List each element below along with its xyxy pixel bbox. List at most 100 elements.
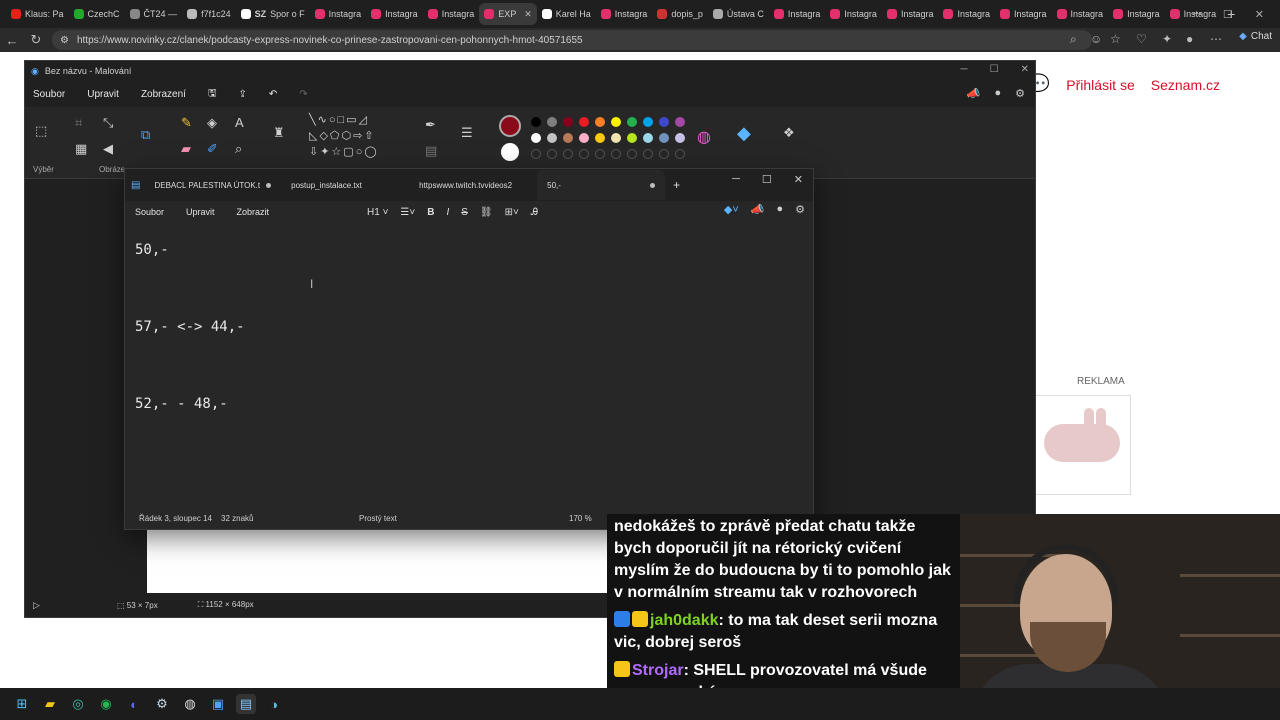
reader-icon[interactable]: ☺ — [1090, 32, 1102, 46]
image-tools-icon[interactable]: ▦ — [75, 141, 87, 157]
browser-tab[interactable]: EXP ✕ — [479, 3, 537, 25]
maximize-icon[interactable]: ☐ — [1223, 8, 1233, 21]
browser-tab[interactable]: Instagra — [596, 3, 653, 25]
browser-tab[interactable]: Instagra — [1108, 3, 1165, 25]
fill-shape-icon[interactable]: ▤ — [425, 143, 437, 159]
magnifier-icon[interactable]: ⌕ — [235, 141, 242, 157]
crop-icon[interactable]: ⌗ — [75, 115, 82, 131]
announce-icon[interactable]: 📣 — [967, 87, 981, 100]
discord-icon[interactable]: ◐ — [124, 694, 144, 714]
browser-tab[interactable]: Klaus: Pa — [6, 3, 69, 25]
text-icon[interactable]: A — [235, 115, 244, 130]
spotify-icon[interactable]: ◉ — [96, 694, 116, 714]
list-icon[interactable]: ☰˅ — [400, 207, 415, 218]
browser-tab[interactable]: Instagra — [366, 3, 423, 25]
secondary-color-swatch[interactable] — [501, 143, 519, 161]
shapes-icon[interactable]: ╲∿○□▭◿ — [309, 113, 369, 126]
color-swatch[interactable] — [611, 117, 621, 127]
color-swatch[interactable] — [675, 133, 685, 143]
strikethrough-icon[interactable]: S — [461, 207, 468, 218]
close-icon[interactable]: ✕ — [1255, 8, 1264, 21]
copilot-chat-button[interactable]: ◆ Chat — [1239, 31, 1272, 42]
color-swatch[interactable] — [595, 133, 605, 143]
link-icon[interactable]: ⛓ — [480, 207, 493, 218]
color-swatch[interactable] — [675, 117, 685, 127]
fill-icon[interactable]: ◈ — [207, 115, 217, 131]
empty-color-swatch[interactable] — [659, 149, 669, 159]
color-swatch[interactable] — [563, 133, 573, 143]
empty-color-swatch[interactable] — [579, 149, 589, 159]
close-icon[interactable]: ✕ — [1021, 64, 1029, 75]
empty-color-swatch[interactable] — [675, 149, 685, 159]
color-swatch[interactable] — [579, 117, 589, 127]
notepad-tab[interactable]: postup_instalace.txt — [281, 170, 409, 200]
back-icon[interactable]: ← — [0, 33, 24, 48]
empty-color-swatch[interactable] — [627, 149, 637, 159]
site-info-icon[interactable]: ⚙ — [60, 35, 69, 46]
settings-icon[interactable]: ⚙ — [1015, 87, 1025, 100]
zoom-icon[interactable]: ⌕ — [1070, 32, 1077, 47]
color-swatch[interactable] — [595, 117, 605, 127]
empty-color-swatch[interactable] — [547, 149, 557, 159]
color-swatch[interactable] — [659, 117, 669, 127]
menu-edit[interactable]: Upravit — [186, 207, 215, 217]
color-swatch[interactable] — [659, 133, 669, 143]
pencil-icon[interactable]: ✎ — [181, 115, 192, 131]
empty-color-swatch[interactable] — [563, 149, 573, 159]
menu-file[interactable]: Soubor — [33, 89, 65, 100]
menu-edit[interactable]: Upravit — [87, 89, 119, 100]
flip-icon[interactable]: ◀ — [103, 141, 113, 157]
browser-tab[interactable]: CzechC — [69, 3, 125, 25]
profile-avatar[interactable]: ● — [1186, 32, 1193, 46]
bold-icon[interactable]: B — [427, 207, 434, 218]
undo-icon[interactable]: ↶ — [269, 89, 277, 100]
outline-icon[interactable]: ✒ — [425, 117, 436, 133]
color-swatch[interactable] — [531, 133, 541, 143]
browser-tab[interactable]: Instagra — [1052, 3, 1109, 25]
login-link[interactable]: Přihlásit se — [1066, 77, 1134, 93]
color-swatch[interactable] — [627, 117, 637, 127]
settings-icon[interactable]: ⚙ — [795, 203, 805, 216]
image-generate-icon[interactable]: ⧉ — [141, 127, 150, 143]
browser-tab[interactable]: Instagra — [882, 3, 939, 25]
color-swatch[interactable] — [627, 133, 637, 143]
redo-icon[interactable]: ↷ — [299, 89, 307, 100]
color-picker-icon[interactable]: ✐ — [207, 141, 218, 157]
address-bar[interactable]: ⚙ https://www.novinky.cz/clanek/podcasty… — [52, 30, 1092, 50]
color-swatch[interactable] — [547, 133, 557, 143]
color-swatch[interactable] — [643, 133, 653, 143]
start-icon[interactable]: ⊞ — [12, 694, 32, 714]
resize-icon[interactable]: ⤡ — [103, 115, 113, 131]
menu-file[interactable]: Soubor — [135, 207, 164, 217]
size-icon[interactable]: ☰ — [461, 125, 473, 141]
browser-tab[interactable]: ČT24 — — [125, 3, 183, 25]
ad-banner[interactable] — [1035, 395, 1131, 495]
color-swatch[interactable] — [531, 117, 541, 127]
browser-tab[interactable]: Instagra — [423, 3, 480, 25]
save-icon[interactable]: 🖫 — [208, 86, 217, 103]
edge-icon[interactable]: ◎ — [68, 694, 88, 714]
close-icon[interactable]: ✕ — [794, 173, 803, 186]
primary-color-swatch[interactable] — [499, 115, 521, 137]
select-icon[interactable]: ⬚ — [35, 123, 47, 139]
notepad-tab-active[interactable]: 50,- — [537, 170, 666, 200]
notepad-tab[interactable]: DEBACL PALESTINA ÚTOK.t — [144, 170, 281, 200]
browser-tab[interactable]: dopis_p — [652, 3, 708, 25]
browser-icon[interactable]: ◑ — [264, 694, 284, 714]
reload-icon[interactable]: ↻ — [24, 32, 48, 48]
minimize-icon[interactable]: ─ — [1193, 8, 1201, 20]
announce-icon[interactable]: 📣 — [751, 203, 765, 216]
layers-icon[interactable]: ❖ — [783, 125, 795, 141]
browser-tab[interactable]: Ústava C — [708, 3, 769, 25]
menu-view[interactable]: Zobrazení — [141, 89, 186, 100]
paint-icon[interactable]: ▣ — [208, 694, 228, 714]
browser-tab[interactable]: Instagra — [825, 3, 882, 25]
notepad-icon[interactable]: ▤ — [236, 694, 256, 714]
empty-color-swatch[interactable] — [595, 149, 605, 159]
minimize-icon[interactable]: ─ — [961, 64, 968, 75]
browser-tab[interactable]: Instagra — [769, 3, 826, 25]
tab-close-icon[interactable]: ✕ — [524, 9, 532, 20]
table-icon[interactable]: ⊞˅ — [505, 207, 519, 218]
heading-dropdown[interactable]: H1 ˅ — [367, 207, 388, 218]
favorites-bar-icon[interactable]: ♡ — [1136, 32, 1147, 46]
